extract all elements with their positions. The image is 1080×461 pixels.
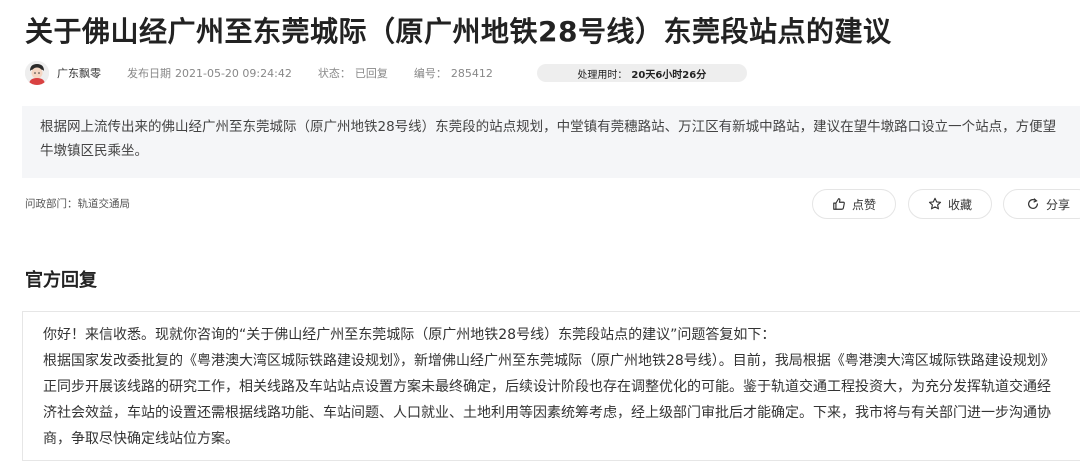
processing-time-value: 20天6小时26分	[631, 69, 707, 81]
share-button[interactable]: 分享	[1003, 189, 1080, 219]
question-number: 编号： 285412	[414, 65, 497, 81]
publish-date-value: 2021-05-20 09:24:42	[175, 67, 292, 80]
status: 状态： 已回复	[318, 65, 392, 81]
publish-date: 发布日期 2021-05-20 09:24:42	[127, 65, 296, 81]
dept-label: 问政部门：	[25, 198, 78, 210]
number-label: 编号：	[413, 67, 447, 80]
favorite-label: 收藏	[947, 197, 972, 212]
refresh-share-icon	[1028, 198, 1038, 209]
processing-label: 处理用时：	[577, 69, 628, 81]
like-button[interactable]: 点赞	[812, 189, 896, 219]
thumbs-up-icon	[833, 198, 845, 210]
author-name[interactable]: 广东飘零	[57, 65, 101, 81]
official-reply-heading: 官方回复	[25, 270, 97, 291]
status-label: 状态：	[317, 67, 351, 80]
dept-value: 轨道交通局	[77, 198, 131, 210]
like-label: 点赞	[851, 197, 876, 212]
processing-time-badge: 处理用时： 20天6小时26分	[536, 64, 747, 82]
share-label: 分享	[1045, 197, 1070, 212]
reply-greeting: 你好！来信收悉。现就你咨询的“关于佛山经广州至东莞城际（原广州地铁28号线）东莞…	[43, 327, 776, 343]
favorite-button[interactable]: 收藏	[908, 189, 992, 219]
status-value: 已回复	[354, 67, 388, 80]
question-body: 根据网上流传出来的佛山经广州至东莞城际（原广州地铁28号线）东莞段的站点规划，中…	[22, 106, 1080, 178]
question-meta: 广东飘零 发布日期 2021-05-20 09:24:42 状态： 已回复 编号： 2…	[25, 60, 747, 86]
responsible-department: 问政部门：轨道交通局	[25, 196, 130, 211]
publish-label: 发布日期	[127, 67, 171, 80]
official-reply-box: 你好！来信收悉。现就你咨询的“关于佛山经广州至东莞城际（原广州地铁28号线）东莞…	[22, 311, 1080, 461]
page-title: 关于佛山经广州至东莞城际（原广州地铁28号线）东莞段站点的建议	[25, 15, 892, 48]
avatar[interactable]	[25, 61, 49, 85]
star-icon	[928, 197, 942, 210]
number-value: 285412	[450, 67, 493, 80]
reply-body: 根据国家发改委批复的《粤港澳大湾区城际铁路建设规划》，新增佛山经广州至东莞城际（…	[43, 353, 1055, 447]
